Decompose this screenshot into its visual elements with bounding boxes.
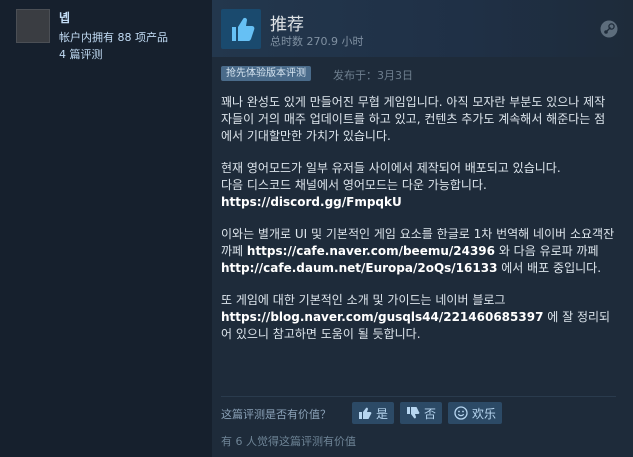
review-text: 또 게임에 대한 기본적인 소개 및 가이드는 네이버 블로그 (221, 293, 506, 307)
daum-cafe-link[interactable]: http://cafe.daum.net/Europa/2oQs/16133 (221, 261, 497, 275)
smiley-icon (454, 406, 468, 420)
vote-yes-label: 是 (375, 406, 388, 421)
discord-link[interactable]: https://discord.gg/FmpqkU (221, 195, 402, 209)
author-panel: 녭 帐户内拥有 88 项产品 4 篇评测 (0, 0, 212, 457)
divider (221, 396, 616, 397)
helpful-question: 这篇评测是否有价值？ (221, 408, 331, 421)
naver-blog-link[interactable]: https://blog.naver.com/gusqls44/22146068… (221, 310, 543, 324)
review-text: 다음 디스코드 채널에서 영어모드는 다운 가능합니다. (221, 178, 487, 192)
review-body: 꽤나 완성도 있게 만들어진 무협 게임입니다. 아직 모자란 부분도 있으나 … (221, 94, 616, 343)
review-header[interactable]: 推荐 总时数 270.9 小时 (212, 0, 633, 57)
thumbs-up-icon (221, 9, 261, 49)
avatar[interactable] (16, 9, 50, 43)
helpful-count: 有 6 人觉得这篇评测有价值 (221, 435, 356, 448)
review-text: 와 다음 유로파 까페 (495, 244, 599, 258)
vote-no-button[interactable]: 否 (400, 402, 442, 424)
naver-cafe-link[interactable]: https://cafe.naver.com/beemu/24396 (247, 244, 495, 258)
review-panel: 推荐 总时数 270.9 小时 抢先体验版本评测 发布于：3月3日 꽤나 완성도… (212, 0, 633, 457)
review-paragraph: 현재 영어모드가 일부 유저들 사이에서 제작되어 배포되고 있습니다. 다음 … (221, 160, 616, 211)
vote-funny-button[interactable]: 欢乐 (448, 402, 502, 424)
vote-yes-button[interactable]: 是 (352, 402, 394, 424)
review-text: 에서 배포 중입니다. (497, 261, 602, 275)
recommendation-title: 推荐 (270, 15, 304, 35)
vote-no-label: 否 (423, 406, 436, 421)
author-review-count[interactable]: 4 篇评测 (59, 46, 103, 62)
review-paragraph: 꽤나 완성도 있게 만들어진 무협 게임입니다. 아직 모자란 부분도 있으나 … (221, 95, 606, 143)
early-access-badge: 抢先体验版本评测 (221, 66, 311, 81)
vote-funny-label: 欢乐 (471, 406, 496, 421)
author-name[interactable]: 녭 (59, 9, 70, 26)
author-products-owned[interactable]: 帐户内拥有 88 项产品 (59, 29, 168, 45)
review-paragraph: 또 게임에 대한 기본적인 소개 및 가이드는 네이버 블로그 https://… (221, 292, 616, 343)
posted-date: 发布于：3月3日 (333, 69, 413, 82)
review-paragraph: 이와는 별개로 UI 및 기본적인 게임 요소를 한글로 1차 번역해 네이버 … (221, 226, 616, 277)
thumbs-up-icon (358, 406, 372, 420)
thumbs-down-icon (406, 406, 420, 420)
steam-logo-icon (600, 20, 618, 38)
review-text: 현재 영어모드가 일부 유저들 사이에서 제작되어 배포되고 있습니다. (221, 161, 561, 175)
hours-played: 总时数 270.9 小时 (270, 35, 364, 48)
